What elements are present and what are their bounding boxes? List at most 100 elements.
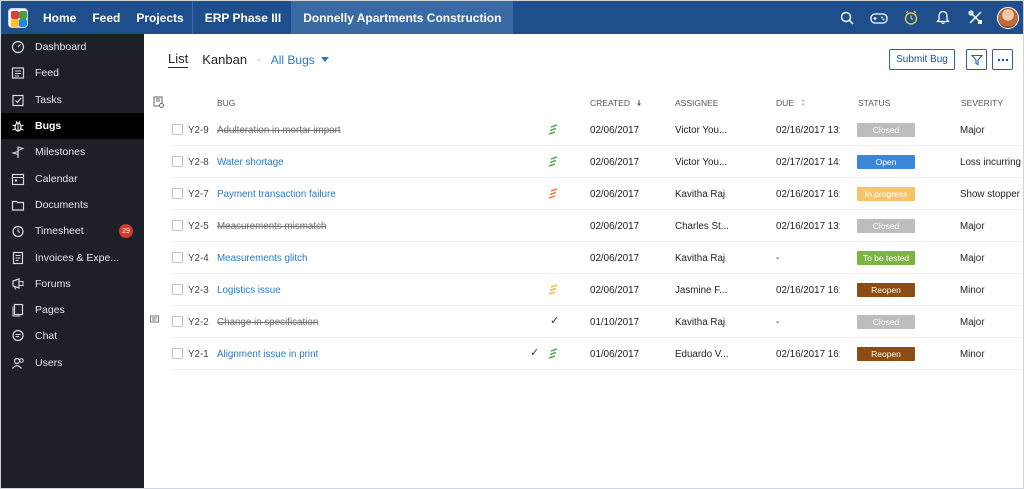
row-checkbox[interactable] [172, 188, 183, 199]
row-checkbox[interactable] [172, 252, 183, 263]
assignee[interactable]: Kavitha Raj [675, 317, 765, 328]
priority-icon [548, 348, 558, 359]
column-header-assignee[interactable]: ASSIGNEE [675, 98, 718, 108]
table-row[interactable]: Y2-9 Adulteration in mortar import 02/06/2… [172, 114, 1023, 146]
status-badge[interactable]: In progress [857, 187, 915, 201]
table-row[interactable]: Y2-2 Change in specification ✓ 01/10/2017 Ka… [150, 306, 1023, 338]
more-options-button[interactable] [992, 49, 1013, 70]
sidebar-item-tasks[interactable]: Tasks [1, 87, 144, 113]
invoice-icon [10, 250, 26, 266]
chat-icon [10, 328, 26, 344]
sidebar-item-label: Tasks [35, 93, 62, 106]
sidebar-item-documents[interactable]: Documents [1, 192, 144, 218]
created-date: 02/06/2017 [590, 221, 640, 232]
assignee[interactable]: Kavitha Raj [675, 253, 765, 264]
search-icon[interactable] [837, 8, 857, 28]
gamepad-icon[interactable] [869, 8, 889, 28]
comment-icon[interactable] [150, 315, 160, 325]
status-badge[interactable]: Open [857, 155, 915, 169]
app-window: Home Feed Projects ERP Phase III Donnell… [0, 0, 1024, 489]
sidebar-item-timesheet[interactable]: Timesheet 29 [1, 218, 144, 244]
table-row[interactable]: Y2-8 Water shortage 02/06/2017 Victor You..… [172, 146, 1023, 178]
column-header-due[interactable]: DUE [776, 98, 806, 108]
tab-kanban[interactable]: Kanban [202, 52, 247, 67]
filter-button[interactable] [966, 49, 987, 70]
created-date: 02/06/2017 [590, 189, 640, 200]
created-header-label: CREATED [590, 98, 630, 108]
sidebar-item-label: Calendar [35, 172, 78, 185]
table-row[interactable]: Y2-3 Logistics issue 02/06/2017 Jasmine F..… [172, 274, 1023, 306]
sidebar-item-label: Documents [35, 198, 89, 211]
clock-icon[interactable] [901, 8, 921, 28]
bug-filter-dropdown[interactable]: All Bugs [271, 53, 329, 67]
status-badge[interactable]: Closed [857, 219, 915, 233]
column-header-created[interactable]: CREATED [590, 98, 643, 108]
sidebar-item-forums[interactable]: Forums [1, 271, 144, 297]
assignee[interactable]: Jasmine F... [675, 285, 765, 296]
bug-title-link[interactable]: Payment transaction failure [217, 189, 517, 200]
status-badge[interactable]: Closed [857, 123, 915, 137]
tab-erp-phase-iii[interactable]: ERP Phase III [191, 1, 291, 34]
sidebar-item-calendar[interactable]: Calendar [1, 165, 144, 191]
sidebar-item-dashboard[interactable]: Dashboard [1, 34, 144, 60]
sidebar-item-users[interactable]: Users [1, 350, 144, 376]
checkmark-icon: ✓ [550, 315, 560, 327]
created-date: 01/10/2017 [590, 317, 640, 328]
bug-title-link[interactable]: Adulteration in mortar import [217, 125, 517, 136]
sidebar-item-chat[interactable]: Chat [1, 323, 144, 349]
sidebar-item-label: Milestones [35, 146, 86, 159]
column-header-bug[interactable]: BUG [217, 98, 235, 108]
sidebar-item-label: Chat [35, 330, 58, 343]
assignee[interactable]: Kavitha Raj [675, 189, 765, 200]
bug-title-link[interactable]: Change in specification [217, 317, 517, 328]
table-row[interactable]: Y2-4 Measurements glitch 02/06/2017 Kavitha… [172, 242, 1023, 274]
status-badge[interactable]: Reopen [857, 347, 915, 361]
row-checkbox[interactable] [172, 156, 183, 167]
table-row[interactable]: Y2-1 Alignment issue in print ✓ 01/06/2017 E… [172, 338, 1023, 370]
assignee[interactable]: Eduardo V... [675, 349, 765, 360]
sidebar-item-invoices[interactable]: Invoices & Expe... [1, 244, 144, 270]
severity: Minor [960, 285, 985, 296]
tab-list[interactable]: List [168, 51, 189, 68]
sort-desc-icon [637, 100, 642, 106]
sidebar-item-pages[interactable]: Pages [1, 297, 144, 323]
tools-icon[interactable] [965, 8, 985, 28]
bug-title-link[interactable]: Logistics issue [217, 285, 517, 296]
nav-projects[interactable]: Projects [128, 1, 191, 34]
row-checkbox[interactable] [172, 316, 183, 327]
assignee[interactable]: Victor You... [675, 157, 765, 168]
column-header-severity[interactable]: SEVERITY [961, 98, 1003, 108]
status-badge[interactable]: Reopen [857, 283, 915, 297]
column-header-status[interactable]: STATUS [858, 98, 890, 108]
bug-title-link[interactable]: Measurements mismatch [217, 221, 517, 232]
bell-icon[interactable] [933, 8, 953, 28]
sidebar-item-feed[interactable]: Feed [1, 60, 144, 86]
avatar[interactable] [997, 6, 1019, 29]
top-nav: Home Feed Projects ERP Phase III Donnell… [35, 1, 514, 34]
row-checkbox[interactable] [172, 124, 183, 135]
assignee[interactable]: Victor You... [675, 125, 765, 136]
column-settings-icon[interactable] [153, 96, 164, 110]
status-badge[interactable]: To be tested [857, 251, 915, 265]
sidebar-item-bugs[interactable]: Bugs [1, 112, 144, 140]
severity: Loss incurring [960, 157, 1021, 168]
table-row[interactable]: Y2-7 Payment transaction failure 02/06/201… [172, 178, 1023, 210]
row-checkbox[interactable] [172, 284, 183, 295]
assignee[interactable]: Charles St... [675, 221, 765, 232]
row-checkbox[interactable] [172, 348, 183, 359]
due-date: 02/16/2017 13:4 [776, 125, 840, 136]
app-logo[interactable] [1, 1, 35, 34]
status-badge[interactable]: Closed [857, 315, 915, 329]
filter-icon [970, 54, 983, 65]
nav-home[interactable]: Home [35, 1, 84, 34]
due-date: 02/16/2017 16:3 [776, 285, 840, 296]
bug-title-link[interactable]: Alignment issue in print [217, 349, 517, 360]
tab-donnelly-apartments-construction[interactable]: Donnelly Apartments Construction [291, 1, 514, 34]
sidebar-item-milestones[interactable]: Milestones [1, 139, 144, 165]
bug-title-link[interactable]: Measurements glitch [217, 253, 517, 264]
nav-feed[interactable]: Feed [84, 1, 128, 34]
bug-title-link[interactable]: Water shortage [217, 157, 517, 168]
row-checkbox[interactable] [172, 220, 183, 231]
submit-bug-button[interactable]: Submit Bug [889, 49, 955, 70]
table-row[interactable]: Y2-5 Measurements mismatch 02/06/2017 Charl… [172, 210, 1023, 242]
